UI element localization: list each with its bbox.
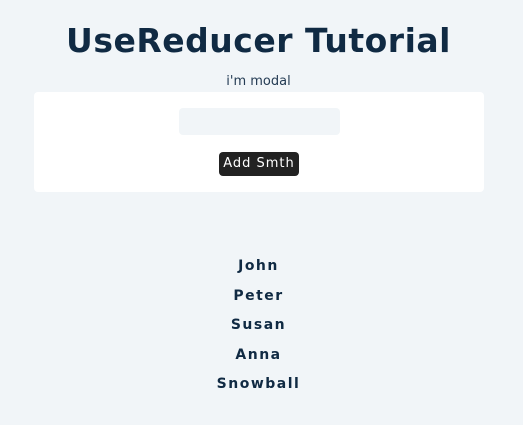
people-list: John Peter Susan Anna Snowball (0, 256, 517, 404)
page-title: UseReducer Tutorial (66, 21, 451, 60)
item-input[interactable] (179, 108, 340, 135)
page: UseReducer Tutorial i'm modal Add Smth J… (0, 0, 523, 425)
list-item-peter: Peter (233, 287, 284, 304)
list-item-snowball: Snowball (216, 376, 301, 392)
list-item-anna: Anna (235, 346, 282, 363)
list-item-susan: Susan (230, 317, 287, 333)
modal-message: i'm modal (226, 74, 291, 89)
add-smth-button[interactable]: Add Smth (219, 152, 299, 176)
add-item-form: Add Smth (34, 92, 484, 192)
list-item-john: John (238, 258, 279, 274)
